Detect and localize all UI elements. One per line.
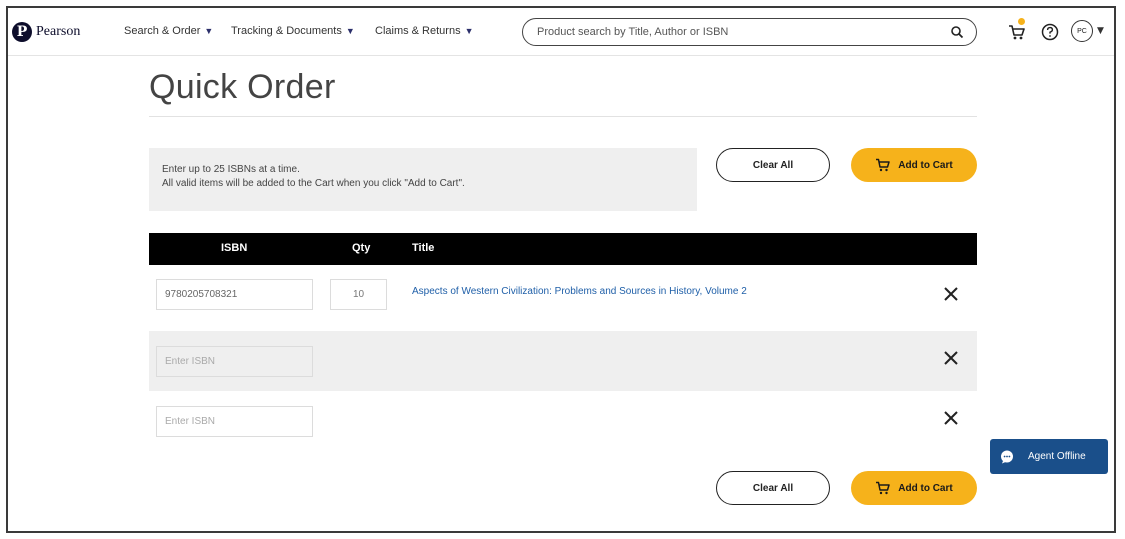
add-to-cart-label: Add to Cart	[898, 159, 953, 171]
cart-icon	[876, 158, 891, 172]
nav-label: Search & Order	[124, 25, 201, 37]
table-row	[149, 331, 977, 391]
help-icon	[1041, 23, 1059, 41]
search-icon[interactable]	[950, 25, 964, 39]
cart-icon	[1009, 25, 1025, 40]
close-icon[interactable]	[941, 284, 961, 304]
pearson-logo[interactable]: P Pearson	[12, 22, 80, 42]
product-search	[522, 18, 977, 46]
cart-button[interactable]	[1007, 18, 1027, 46]
isbn-input[interactable]	[156, 346, 313, 377]
isbn-input[interactable]	[156, 406, 313, 437]
qty-input[interactable]	[330, 279, 387, 310]
add-to-cart-button-bottom[interactable]: Add to Cart	[851, 471, 977, 505]
table-header: ISBN Qty Title	[149, 233, 977, 265]
product-title-link[interactable]: Aspects of Western Civilization: Problem…	[412, 286, 747, 297]
chevron-down-icon: ▼	[464, 26, 474, 36]
column-header-title: Title	[412, 242, 435, 254]
clear-all-button-top[interactable]: Clear All	[716, 148, 830, 182]
cart-icon	[876, 481, 891, 495]
clear-all-button-bottom[interactable]: Clear All	[716, 471, 830, 505]
instructions-line-1: Enter up to 25 ISBNs at a time.	[162, 164, 300, 175]
page-title: Quick Order	[149, 68, 336, 106]
title-divider	[149, 116, 977, 117]
chevron-down-icon[interactable]: ▼	[1097, 26, 1104, 36]
add-to-cart-label: Add to Cart	[898, 482, 953, 494]
top-header: P Pearson Search & Order ▼ Tracking & Do…	[8, 8, 1114, 56]
column-header-qty: Qty	[352, 242, 371, 254]
chevron-down-icon: ▼	[204, 26, 214, 36]
table-row: Aspects of Western Civilization: Problem…	[149, 265, 977, 325]
nav-search-order[interactable]: Search & Order ▼	[124, 25, 213, 37]
close-icon[interactable]	[941, 348, 961, 368]
search-input[interactable]	[537, 24, 937, 40]
chevron-down-icon: ▼	[345, 26, 355, 36]
column-header-isbn: ISBN	[221, 242, 248, 254]
browser-frame: P Pearson Search & Order ▼ Tracking & Do…	[6, 6, 1116, 533]
nav-tracking-documents[interactable]: Tracking & Documents ▼	[231, 25, 355, 37]
isbn-input[interactable]	[156, 279, 313, 310]
agent-chat-button[interactable]: Agent Offline	[990, 439, 1108, 474]
nav-label: Tracking & Documents	[231, 25, 342, 37]
close-icon[interactable]	[941, 408, 961, 428]
instructions-line-2: All valid items will be added to the Car…	[162, 178, 465, 189]
brand-name: Pearson	[36, 24, 81, 39]
nav-claims-returns[interactable]: Claims & Returns ▼	[375, 25, 474, 37]
table-row	[149, 391, 977, 451]
nav-label: Claims & Returns	[375, 25, 461, 37]
agent-status-label: Agent Offline	[1028, 451, 1086, 462]
add-to-cart-button-top[interactable]: Add to Cart	[851, 148, 977, 182]
help-button[interactable]	[1040, 22, 1060, 46]
cart-badge	[1018, 18, 1025, 25]
pearson-logo-icon: P	[12, 22, 32, 42]
user-avatar[interactable]: PC	[1071, 20, 1093, 42]
instructions-box: Enter up to 25 ISBNs at a time. All vali…	[149, 148, 697, 211]
chat-bubble-icon	[1001, 450, 1013, 463]
